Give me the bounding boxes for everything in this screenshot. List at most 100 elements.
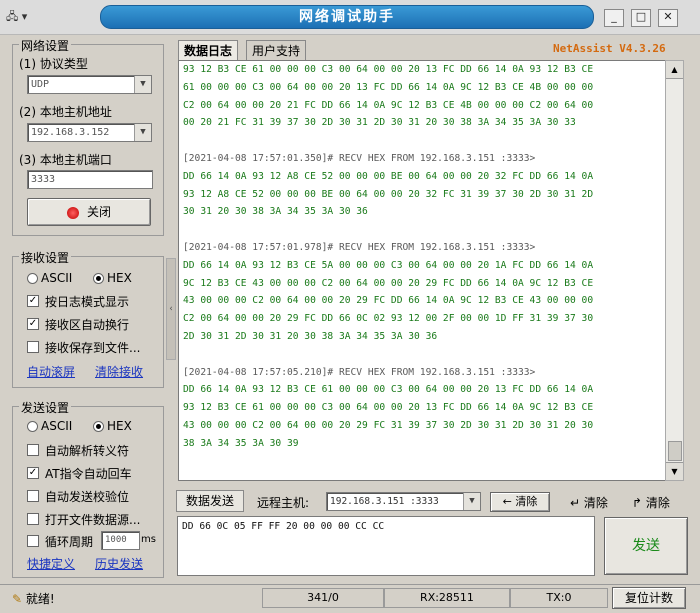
scroll-up-icon[interactable]: ▲ (666, 61, 683, 79)
port-input[interactable]: 3333 (27, 170, 153, 189)
recv-ascii-label: ASCII (41, 271, 73, 285)
reset-count-button[interactable]: 复位计数 (612, 587, 686, 609)
escape-parse-checkbox[interactable] (27, 444, 39, 456)
checksum-checkbox[interactable] (27, 490, 39, 502)
log-header-line: [2021-04-08 17:57:05.210]# RECV HEX FROM… (183, 366, 536, 378)
log-line: 9C 12 B3 CE 43 00 00 00 C2 00 64 00 00 2… (183, 277, 594, 289)
log-line: DD 66 14 0A 93 12 A8 CE 52 00 00 00 BE 0… (183, 170, 594, 182)
log-line: C2 00 64 00 00 20 29 FC DD 66 0C 02 93 1… (183, 313, 594, 325)
log-header-line: [2021-04-08 17:57:01.978]# RECV HEX FROM… (183, 241, 536, 253)
chevron-down-icon: ▼ (134, 124, 151, 141)
clear-send-button[interactable]: ↵ 清除 (570, 494, 608, 511)
shortcut-link[interactable]: 快捷定义 (27, 555, 75, 572)
rx-count: RX:28511 (384, 588, 510, 608)
close-window-button[interactable]: ✕ (658, 9, 678, 27)
log-line: 30 31 20 30 38 3A 34 35 3A 30 36 (183, 206, 368, 218)
period-unit: ms (141, 534, 156, 545)
scroll-thumb[interactable] (668, 441, 682, 461)
close-connection-button[interactable]: 关闭 (27, 198, 151, 226)
send-settings-label: 发送设置 (19, 399, 72, 416)
file-source-checkbox[interactable] (27, 513, 39, 525)
recv-wrap-checkbox[interactable]: ✓ (27, 318, 39, 330)
chevron-down-icon: ▼ (463, 493, 480, 510)
log-header-line: [2021-04-08 17:57:01.350]# RECV HEX FROM… (183, 152, 536, 164)
radio-icon (27, 421, 38, 432)
auto-scroll-link[interactable]: 自动滚屏 (27, 363, 75, 380)
log-scrollbar[interactable]: ▲ ▼ (665, 60, 684, 481)
loop-period-label: 循环周期 (45, 535, 94, 549)
network-icon: 🖧 (6, 10, 19, 23)
checksum-label: 自动发送校验位 (45, 490, 130, 504)
radio-icon (27, 273, 38, 284)
recv-wrap-label: 接收区自动换行 (45, 318, 130, 332)
recv-save-checkbox[interactable] (27, 341, 39, 353)
history-send-link[interactable]: 历史发送 (95, 555, 143, 572)
send-ascii-label: ASCII (41, 419, 73, 433)
scroll-down-icon[interactable]: ▼ (666, 462, 683, 480)
send-input[interactable]: DD 66 0C 05 FF FF 20 00 00 00 CC CC (177, 516, 595, 576)
receive-settings-group: 接收设置 ASCII HEX ✓ 按日志模式显示 ✓ 接收区自动换行 接收保存到… (12, 249, 164, 388)
log-line: 2D 30 31 2D 30 31 20 30 38 3A 34 35 3A 3… (183, 330, 438, 342)
chevron-down-icon: ▼ (134, 76, 151, 93)
recv-ascii-radio[interactable]: ASCII (27, 271, 72, 285)
at-return-label: AT指令自动回车 (45, 467, 132, 481)
arrow-left-icon: ← (502, 495, 512, 508)
loop-period-checkbox[interactable] (27, 535, 39, 547)
minimize-button[interactable]: _ (604, 9, 624, 27)
clear-receive-link[interactable]: 清除接收 (95, 363, 143, 380)
receive-settings-label: 接收设置 (19, 249, 72, 266)
send-hex-radio[interactable]: HEX (93, 419, 132, 433)
send-settings-group: 发送设置 ASCII HEX 自动解析转义符 ✓ AT指令自动回车 自动发送校验… (12, 399, 164, 578)
radio-selected-icon (93, 273, 104, 284)
status-ready: ✎ 就绪! (12, 590, 55, 607)
tab-data-log[interactable]: 数据日志 (178, 40, 239, 61)
pencil-icon: ✎ (12, 592, 23, 606)
remote-host-value: 192.168.3.151 :3333 (330, 496, 439, 507)
log-line: 43 00 00 00 C2 00 64 00 00 20 29 FC 31 3… (183, 419, 594, 431)
tab-user-support[interactable]: 用户支持 (246, 40, 307, 61)
title-bar: 🖧 ▾ 网络调试助手 _ □ ✕ (0, 0, 700, 35)
frame-count: 341/0 (262, 588, 384, 608)
recv-hex-radio[interactable]: HEX (93, 271, 132, 285)
period-input[interactable]: 1000 (101, 531, 140, 550)
log-line: DD 66 14 0A 93 12 B3 CE 5A 00 00 00 C3 0… (183, 259, 594, 271)
log-line: 93 12 B3 CE 61 00 00 00 C3 00 64 00 00 2… (183, 64, 594, 75)
network-settings-label: 网络设置 (19, 37, 72, 54)
send-ascii-radio[interactable]: ASCII (27, 419, 72, 433)
port-label: (3) 本地主机端口 (19, 153, 112, 167)
log-line: DD 66 14 0A 93 12 B3 CE 61 00 00 00 C3 0… (183, 384, 594, 396)
recv-save-label: 接收保存到文件... (45, 341, 141, 355)
return-up-icon: ↱ (632, 496, 643, 510)
collapse-panel-handle[interactable]: ‹ (166, 258, 176, 360)
log-line: 93 12 A8 CE 52 00 00 00 BE 00 64 00 00 2… (183, 188, 594, 200)
send-button[interactable]: 发送 (604, 517, 688, 575)
clear-all-button[interactable]: ↱ 清除 (632, 494, 670, 511)
protocol-label: (1) 协议类型 (19, 57, 88, 71)
log-line: 93 12 B3 CE 61 00 00 00 C3 00 64 00 00 2… (183, 402, 594, 414)
protocol-select[interactable]: UDP ▼ (27, 75, 152, 94)
clear-send-label: 清除 (583, 496, 608, 510)
status-ready-label: 就绪! (25, 592, 55, 606)
network-settings-group: 网络设置 (1) 协议类型 UDP ▼ (2) 本地主机地址 192.168.3… (12, 37, 164, 236)
recv-hex-label: HEX (107, 271, 132, 285)
receive-log-area[interactable]: 93 12 B3 CE 61 00 00 00 C3 00 64 00 00 2… (178, 60, 666, 481)
host-label: (2) 本地主机地址 (19, 105, 112, 119)
status-bar: ✎ 就绪! 341/0 RX:28511 TX:0 复位计数 (0, 584, 700, 613)
remote-host-label: 远程主机: (257, 496, 310, 510)
system-menu[interactable]: 🖧 ▾ (6, 8, 54, 26)
recv-log-mode-checkbox[interactable]: ✓ (27, 295, 39, 307)
return-down-icon: ↵ (570, 496, 581, 510)
clear-remote-label: 清除 (515, 495, 538, 508)
log-line: 38 3A 34 35 3A 30 39 (183, 437, 299, 449)
maximize-button[interactable]: □ (631, 9, 651, 27)
remote-host-select[interactable]: 192.168.3.151 :3333 ▼ (326, 492, 481, 511)
clear-remote-button[interactable]: ← 清除 (490, 492, 550, 512)
at-return-checkbox[interactable]: ✓ (27, 467, 39, 479)
host-select[interactable]: 192.168.3.152 ▼ (27, 123, 152, 142)
log-line: 61 00 00 00 C3 00 64 00 00 20 13 FC DD 6… (183, 81, 594, 93)
file-source-label: 打开文件数据源... (45, 513, 141, 527)
tab-data-send[interactable]: 数据发送 (176, 490, 244, 512)
